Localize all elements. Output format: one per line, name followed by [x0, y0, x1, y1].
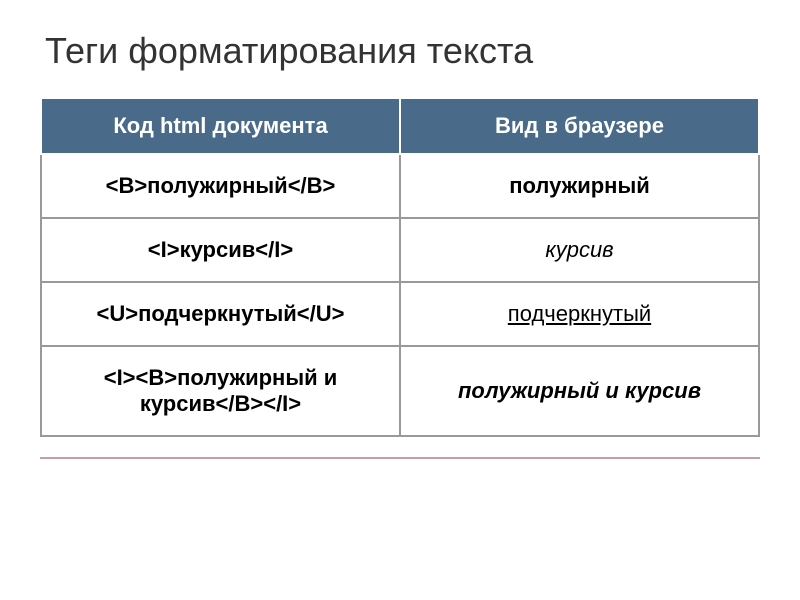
code-cell: <U>подчеркнутый</U> [41, 282, 400, 346]
header-code: Код html документа [41, 98, 400, 154]
table-row: <I><B>полужирный и курсив</B></I> полужи… [41, 346, 759, 436]
header-display: Вид в браузере [400, 98, 759, 154]
footer-divider [40, 457, 760, 459]
code-cell: <B>полужирный</B> [41, 154, 400, 218]
code-text: <I>курсив</I> [148, 237, 293, 262]
display-cell: полужирный [400, 154, 759, 218]
code-cell: <I>курсив</I> [41, 218, 400, 282]
display-text: полужирный и курсив [458, 378, 701, 403]
table-row: <U>подчеркнутый</U> подчеркнутый [41, 282, 759, 346]
code-cell: <I><B>полужирный и курсив</B></I> [41, 346, 400, 436]
table-row: <B>полужирный</B> полужирный [41, 154, 759, 218]
display-cell: полужирный и курсив [400, 346, 759, 436]
table-row: <I>курсив</I> курсив [41, 218, 759, 282]
table-header-row: Код html документа Вид в браузере [41, 98, 759, 154]
page-title: Теги форматирования текста [40, 30, 760, 72]
display-text: полужирный [509, 173, 650, 198]
code-text: <B>полужирный</B> [106, 173, 336, 198]
tags-table: Код html документа Вид в браузере <B>пол… [40, 97, 760, 437]
code-text: <U>подчеркнутый</U> [96, 301, 344, 326]
display-text: подчеркнутый [508, 301, 651, 326]
display-cell: подчеркнутый [400, 282, 759, 346]
code-text: <I><B>полужирный и курсив</B></I> [104, 365, 338, 416]
display-text: курсив [545, 237, 613, 262]
display-cell: курсив [400, 218, 759, 282]
